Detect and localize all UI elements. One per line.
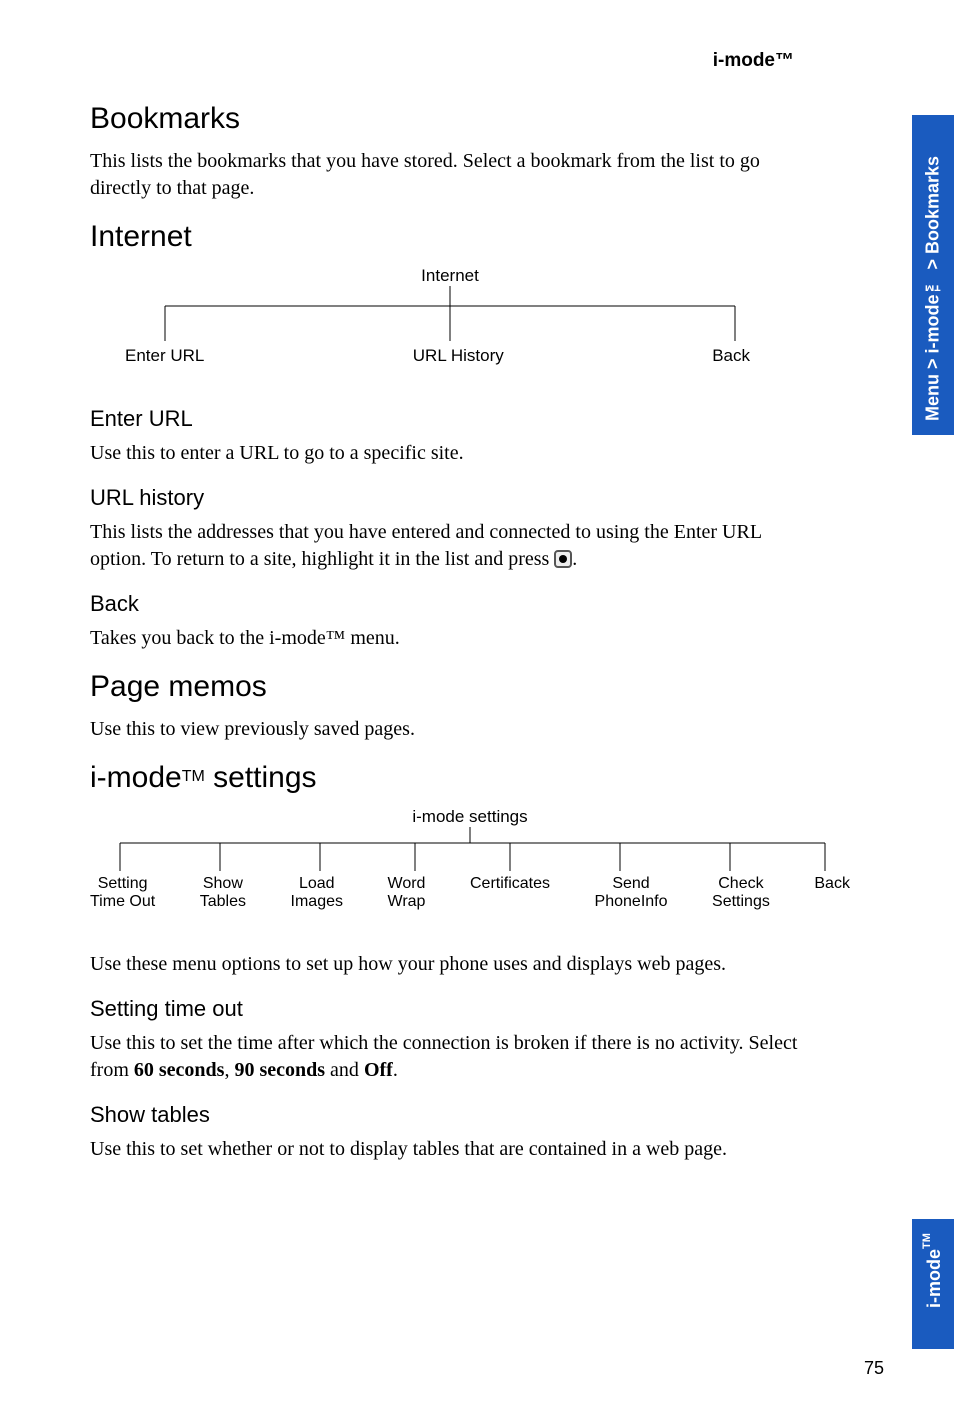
- settings-leaf-tables: Show Tables: [200, 875, 246, 912]
- heading-show-tables: Show tables: [90, 1102, 894, 1128]
- heading-imode-settings: i-modeTM settings: [90, 761, 894, 795]
- body-back: Takes you back to the i-mode™ menu.: [90, 625, 810, 652]
- settings-leaf-back: Back: [814, 875, 850, 912]
- settings-leaf-phoneinfo: Send PhoneInfo: [595, 875, 668, 912]
- tree-connector-icon: [90, 827, 850, 875]
- settings-leaf-images: Load Images: [291, 875, 343, 912]
- tree-connector-icon: [90, 286, 810, 346]
- settings-leaf-timeout: Setting Time Out: [90, 875, 155, 912]
- heading-page-memos: Page memos: [90, 670, 894, 704]
- internet-tree-root: Internet: [90, 266, 810, 286]
- settings-leaf-check: Check Settings: [712, 875, 770, 912]
- body-url-history: This lists the addresses that you have e…: [90, 519, 810, 573]
- heading-bookmarks: Bookmarks: [90, 102, 894, 136]
- body-page-memos: Use this to view previously saved pages.: [90, 716, 810, 743]
- internet-leaf-url-history: URL History: [413, 346, 504, 366]
- page-header-section: i-mode™: [90, 50, 894, 72]
- heading-setting-timeout: Setting time out: [90, 996, 894, 1022]
- body-imode-settings: Use these menu options to set up how you…: [90, 951, 810, 978]
- heading-url-history: URL history: [90, 485, 894, 511]
- settings-leaf-certs: Certificates: [470, 875, 550, 912]
- internet-leaf-back: Back: [712, 346, 750, 366]
- heading-internet: Internet: [90, 220, 894, 254]
- body-enter-url: Use this to enter a URL to go to a speci…: [90, 440, 810, 467]
- settings-leaf-wordwrap: Word Wrap: [388, 875, 426, 912]
- page-number: 75: [864, 1358, 884, 1379]
- body-show-tables: Use this to set whether or not to displa…: [90, 1136, 810, 1163]
- imode-settings-tree: i-mode settings Setting Time Out Show Ta…: [90, 807, 850, 912]
- body-bookmarks: This lists the bookmarks that you have s…: [90, 148, 810, 202]
- imode-settings-tree-root: i-mode settings: [90, 807, 850, 827]
- heading-enter-url: Enter URL: [90, 406, 894, 432]
- internet-tree: Internet Enter URL URL History Back: [90, 266, 810, 366]
- select-button-icon: [554, 550, 572, 568]
- heading-back: Back: [90, 591, 894, 617]
- body-setting-timeout: Use this to set the time after which the…: [90, 1030, 810, 1084]
- internet-leaf-enter-url: Enter URL: [125, 346, 204, 366]
